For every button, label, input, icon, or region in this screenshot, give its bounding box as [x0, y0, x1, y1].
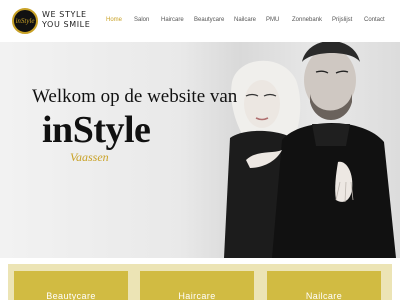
site-header: inStyle WE STYLE YOU SMILE Home Salon Ha…	[0, 0, 400, 42]
nav-zonnebank[interactable]: Zonnebank	[292, 17, 322, 23]
nav-salon[interactable]: Salon	[134, 17, 149, 23]
service-card-haircare[interactable]: Haircare	[140, 271, 254, 300]
service-card-nailcare[interactable]: Nailcare	[267, 271, 381, 300]
nav-nailcare[interactable]: Nailcare	[234, 17, 256, 23]
nav-contact[interactable]: Contact	[364, 17, 385, 23]
main-nav: Home Salon Haircare Beautycare Nailcare …	[100, 17, 396, 27]
nav-home[interactable]: Home	[106, 17, 122, 23]
nav-haircare[interactable]: Haircare	[161, 17, 184, 23]
service-title: Beautycare	[46, 291, 96, 300]
service-card-beautycare[interactable]: Beautycare	[14, 271, 128, 300]
nav-prijslijst[interactable]: Prijslijst	[332, 17, 352, 23]
logo-wordmark: inStyle	[15, 17, 35, 25]
service-title: Haircare	[178, 291, 216, 300]
hero-brand-title: inStyle	[42, 109, 151, 151]
nav-beautycare[interactable]: Beautycare	[194, 17, 224, 23]
hero-location: Vaassen	[70, 150, 109, 164]
services-strip: Beautycare Haircare Nailcare	[8, 264, 392, 300]
instyle-logo-icon[interactable]: inStyle	[12, 8, 38, 34]
service-title: Nailcare	[305, 291, 343, 300]
hero-welcome-text: Welkom op de website van	[32, 86, 238, 107]
nav-pmu[interactable]: PMU	[266, 17, 279, 23]
hero-banner: Welkom op de website van inStyle Vaassen	[0, 42, 400, 258]
